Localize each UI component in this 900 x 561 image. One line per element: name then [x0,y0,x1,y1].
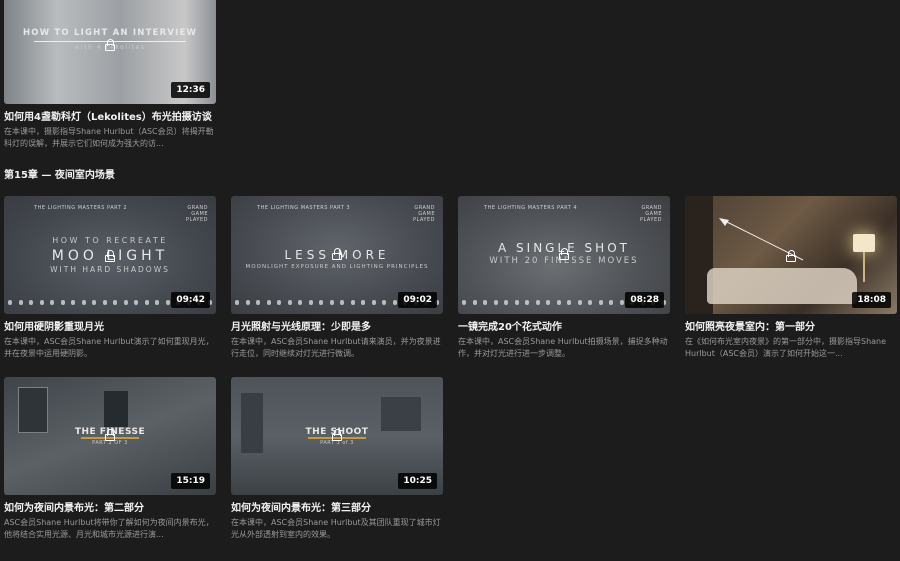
lock-icon [105,39,115,51]
lock-icon [105,250,115,262]
video-title[interactable]: 如何为夜间内景布光：第二部分 [4,502,216,515]
bed [707,268,857,304]
video-description: 在本课中，摄影指导Shane Hurlbut（ASC会员）将揭开勒科灯的误解，并… [4,127,214,148]
video-card[interactable]: THE FINESSE PART 2 OF 3 15:19 如何为夜间内景布光：… [4,377,216,541]
video-thumbnail[interactable]: THE LIGHTING MASTERS PART 2 GRAND GAME P… [4,196,216,314]
video-thumbnail[interactable]: 18:08 [685,196,897,314]
lock-icon [786,250,796,262]
video-title[interactable]: 如何照亮夜景室内：第一部分 [685,321,897,334]
lock-icon [332,248,342,260]
thumbnail-title: HOW TO LIGHT AN INTERVIEW [22,28,198,38]
video-description: 在《如何布光室内夜景》的第一部分中，摄影指导Shane Hurlbut（ASC会… [685,337,887,358]
video-title[interactable]: 如何用4盏勒科灯（Lekolites）布光拍摄访谈 [4,111,216,124]
lock-icon [105,429,115,441]
duration-badge: 09:42 [171,292,210,308]
video-card[interactable]: 18:08 如何照亮夜景室内：第一部分 在《如何布光室内夜景》的第一部分中，摄影… [685,196,897,360]
video-card[interactable]: THE SHOOT PART 3 of 3 10:25 如何为夜间内景布光：第三… [231,377,443,541]
lamp-shade [853,234,875,252]
video-thumbnail[interactable]: HOW TO LIGHT AN INTERVIEW with 4 Lekolit… [4,0,216,104]
lock-icon [559,248,569,260]
video-card[interactable]: HOW TO LIGHT AN INTERVIEW with 4 Lekolit… [4,0,216,150]
video-description: 在本课中，ASC会员Shane Hurlbut请来演员，并为夜景进行走位，同时继… [231,337,441,358]
lock-icon [332,429,342,441]
brand-logo: GRAND GAME PLAYED [639,205,662,223]
thumbnail-line: MOONLIGHT EXPOSURE AND LIGHTING PRINCIPL… [245,264,429,270]
video-thumbnail[interactable]: THE FINESSE PART 2 OF 3 15:19 [4,377,216,495]
video-title[interactable]: 如何用硬阴影重现月光 [4,321,216,334]
duration-badge: 08:28 [625,292,664,308]
thumbnail-line: HOW TO RECREATE [52,236,168,245]
duration-badge: 10:25 [398,473,437,489]
duration-badge: 09:02 [398,292,437,308]
video-description: ASC会员Shane Hurlbut将带你了解如何为夜间内景布光，他将结合实用光… [4,518,214,539]
thumbnail-series-label: THE LIGHTING MASTERS PART 3 [257,205,351,211]
video-title[interactable]: 一镜完成20个花式动作 [458,321,670,334]
thumbnail-series-label: THE LIGHTING MASTERS PART 4 [484,205,578,211]
video-thumbnail[interactable]: THE LIGHTING MASTERS PART 3 GRAND GAME P… [231,196,443,314]
duration-badge: 18:08 [852,292,891,308]
duration-badge: 12:36 [171,82,210,98]
video-thumbnail[interactable]: THE SHOOT PART 3 of 3 10:25 [231,377,443,495]
video-title[interactable]: 月光照射与光线原理：少即是多 [231,321,443,334]
video-title[interactable]: 如何为夜间内景布光：第三部分 [231,502,443,515]
lamp-stand [863,252,865,282]
thumbnail-line: WITH HARD SHADOWS [50,265,170,274]
video-description: 在本课中，ASC会员Shane Hurlbut演示了如何重现月光，并在夜景中运用… [4,337,214,358]
video-description: 在本课中，ASC会员Shane Hurlbut及其团队重现了城市灯光从外部透射到… [231,518,441,539]
brand-logo: GRAND GAME PLAYED [185,205,208,223]
window-frame [104,391,128,427]
thumbnail-series-label: THE LIGHTING MASTERS PART 2 [34,205,128,211]
brand-logo: GRAND GAME PLAYED [412,205,435,223]
section-title: 第15章 — 夜间室内场景 [4,170,115,181]
video-thumbnail[interactable]: THE LIGHTING MASTERS PART 4 GRAND GAME P… [458,196,670,314]
window-frame [381,397,421,431]
duration-badge: 15:19 [171,473,210,489]
video-card[interactable]: THE LIGHTING MASTERS PART 3 GRAND GAME P… [231,196,443,360]
video-description: 在本课中，ASC会员Shane Hurlbut拍摄场景，捕捉多种动作，并对灯光进… [458,337,668,358]
video-card[interactable]: THE LIGHTING MASTERS PART 4 GRAND GAME P… [458,196,670,360]
video-card[interactable]: THE LIGHTING MASTERS PART 2 GRAND GAME P… [4,196,216,360]
